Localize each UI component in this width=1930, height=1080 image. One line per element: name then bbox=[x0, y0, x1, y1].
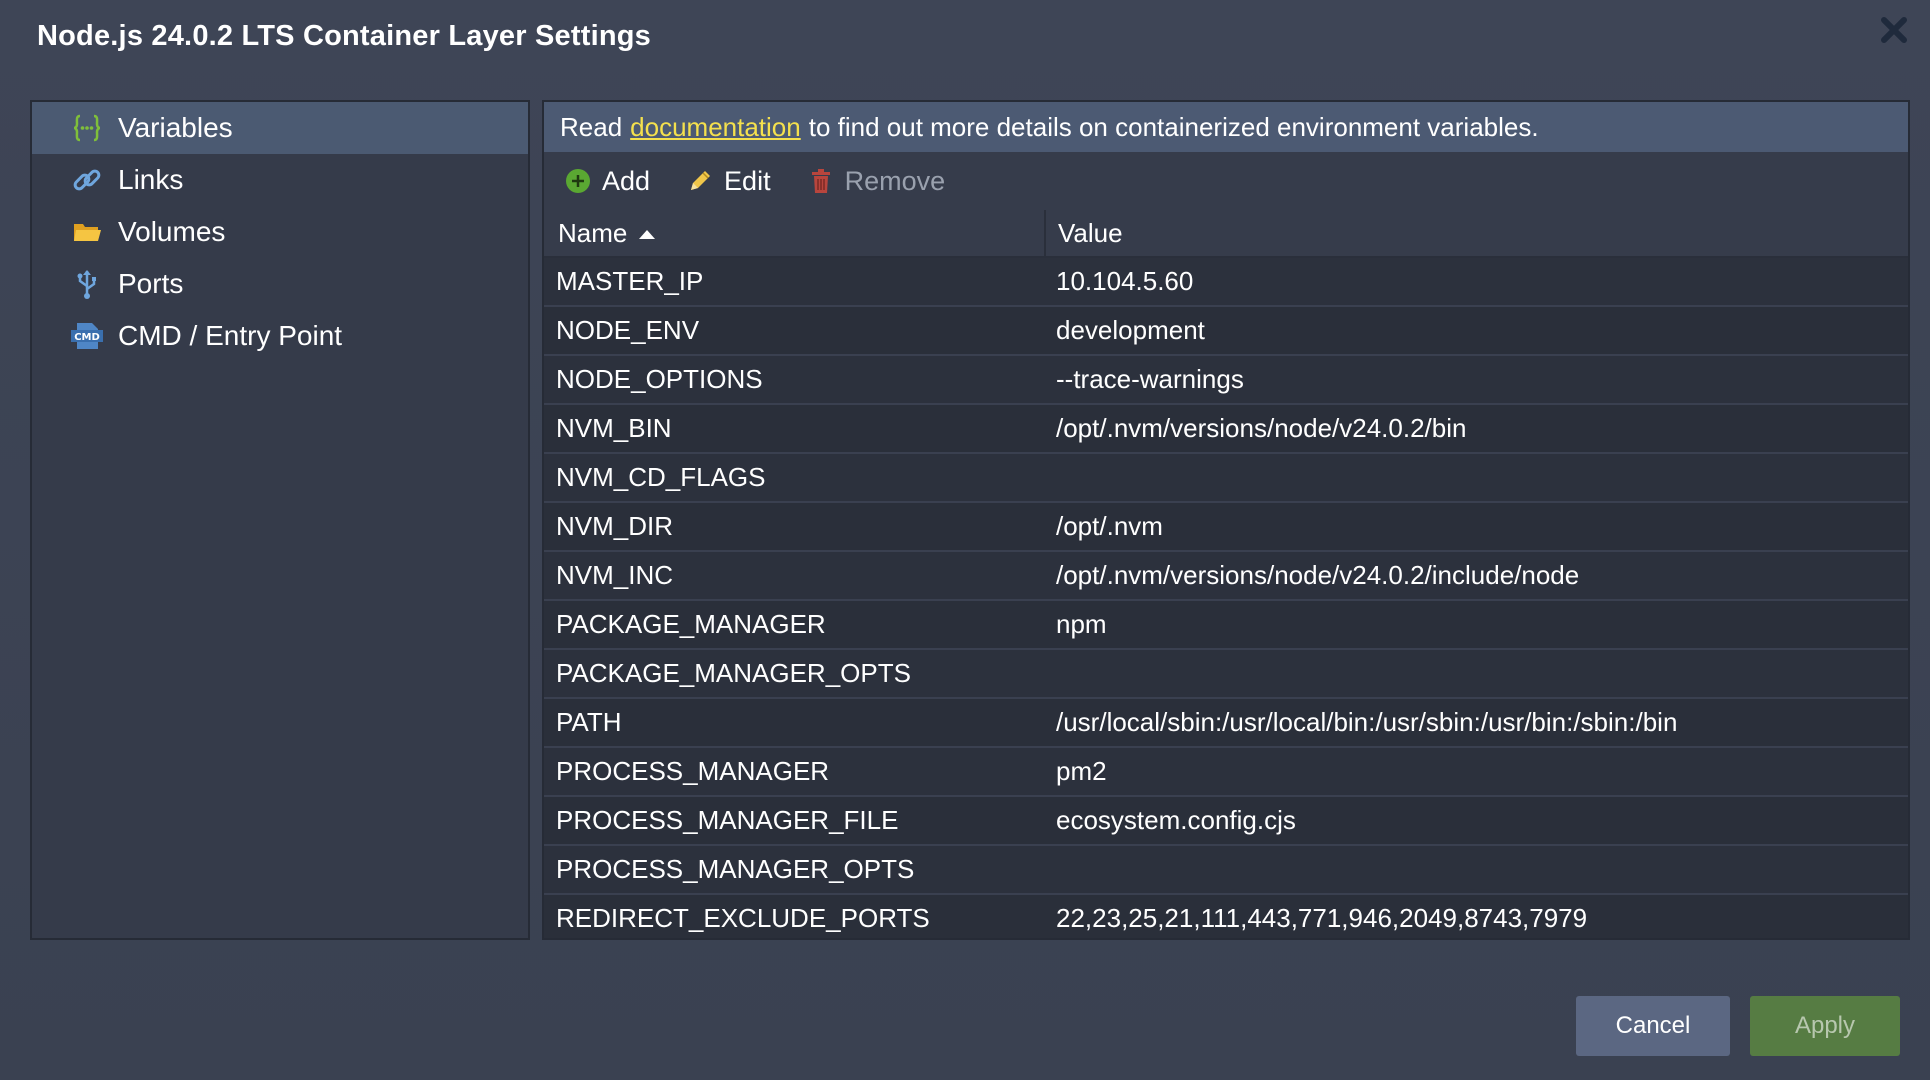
table-row[interactable]: NVM_DIR/opt/.nvm bbox=[544, 503, 1908, 552]
sidebar-item-ports[interactable]: Ports bbox=[32, 258, 528, 310]
sidebar: Variables Links Volumes Ports CMD CMD / … bbox=[30, 100, 530, 940]
cell-value: 22,23,25,21,111,443,771,946,2049,8743,79… bbox=[1056, 903, 1588, 933]
cell-value: --trace-warnings bbox=[1056, 364, 1244, 394]
table-row[interactable]: MASTER_IP 10.104.5.60 bbox=[544, 258, 1908, 307]
cell-name: PACKAGE_MANAGER_OPTS bbox=[556, 658, 911, 688]
cell-value: ecosystem.config.cjs bbox=[1056, 805, 1296, 835]
apply-button[interactable]: Apply bbox=[1750, 996, 1900, 1056]
table-row[interactable]: PACKAGE_MANAGER_OPTS bbox=[544, 650, 1908, 699]
cell-value: pm2 bbox=[1056, 756, 1107, 786]
sidebar-item-variables[interactable]: Variables bbox=[32, 102, 528, 154]
table-row[interactable]: PROCESS_MANAGER pm2 bbox=[544, 748, 1908, 797]
cell-name: NVM_CD_FLAGS bbox=[556, 462, 766, 492]
column-header-value[interactable]: Value bbox=[1044, 210, 1908, 256]
cell-name: REDIRECT_EXCLUDE_PORTS bbox=[556, 903, 930, 933]
folder-icon bbox=[70, 215, 104, 249]
sidebar-item-label: Links bbox=[118, 164, 184, 195]
table-row[interactable]: NODE_ENV development bbox=[544, 307, 1908, 356]
table-row[interactable]: NVM_CD_FLAGS bbox=[544, 454, 1908, 503]
table-row[interactable]: NODE_OPTIONS --trace-warnings bbox=[544, 356, 1908, 405]
cell-name: NVM_BIN bbox=[556, 413, 672, 443]
remove-label: Remove bbox=[844, 165, 946, 196]
cell-value: development bbox=[1056, 315, 1205, 345]
table-row[interactable]: PROCESS_MANAGER_OPTS bbox=[544, 846, 1908, 895]
table-body: MASTER_IP 10.104.5.60 NODE_ENV development… bbox=[544, 258, 1908, 938]
pencil-icon bbox=[691, 171, 711, 190]
sort-ascending-icon bbox=[639, 229, 656, 239]
cell-value: /opt/.nvm/versions/node/v24.0.2/bin bbox=[1056, 413, 1467, 443]
settings-dialog: Node.js 24.0.2 LTS Container Layer Setti… bbox=[0, 0, 1930, 1080]
cancel-button[interactable]: Cancel bbox=[1576, 996, 1730, 1056]
svg-text:CMD: CMD bbox=[74, 332, 100, 343]
cell-name: PATH bbox=[556, 707, 622, 737]
cell-name: NVM_INC bbox=[556, 560, 674, 590]
table-row[interactable]: REDIRECT_EXCLUDE_PORTS 22,23,25,21,111,44… bbox=[544, 895, 1908, 938]
remove-button[interactable]: Remove bbox=[807, 165, 946, 197]
cell-name: NVM_DIR bbox=[556, 511, 674, 541]
table-row[interactable]: NVM_INC/opt/.nvm/versions/node/v24.0.2/i… bbox=[544, 552, 1908, 601]
table-row[interactable]: PATH/usr/local/sbin:/usr/local/bin:/usr/… bbox=[544, 699, 1908, 748]
column-header-name[interactable]: Name bbox=[544, 210, 1044, 256]
cell-value: 10.104.5.60 bbox=[1056, 266, 1194, 296]
cell-value: /opt/.nvm bbox=[1056, 511, 1163, 541]
cell-name: MASTER_IP bbox=[556, 266, 704, 296]
close-button[interactable] bbox=[1874, 10, 1914, 50]
cell-value: /opt/.nvm/versions/node/v24.0.2/include/… bbox=[1056, 560, 1580, 590]
cell-value: npm bbox=[1056, 609, 1107, 639]
sidebar-item-links[interactable]: Links bbox=[32, 154, 528, 206]
documentation-link[interactable]: documentation bbox=[630, 112, 801, 143]
cell-name: PROCESS_MANAGER bbox=[556, 756, 830, 786]
add-icon bbox=[566, 169, 590, 193]
sidebar-item-label: Ports bbox=[118, 268, 184, 299]
info-suffix: to find out more details on containerize… bbox=[808, 111, 1539, 142]
table-header: Name Value bbox=[544, 210, 1908, 258]
variables-icon bbox=[70, 111, 104, 145]
cell-value: /usr/local/sbin:/usr/local/bin:/usr/sbin… bbox=[1056, 707, 1678, 737]
toolbar: Add Edit Remove bbox=[544, 152, 1908, 210]
cell-name: NODE_ENV bbox=[556, 315, 700, 345]
table-row[interactable]: PROCESS_MANAGER_FILE ecosystem.config.cjs bbox=[544, 797, 1908, 846]
trash-icon bbox=[811, 169, 830, 193]
info-prefix: Read bbox=[560, 111, 623, 142]
sidebar-item-label: Variables bbox=[118, 112, 233, 143]
dialog-title: Node.js 24.0.2 LTS Container Layer Setti… bbox=[37, 20, 652, 52]
cell-name: PROCESS_MANAGER_OPTS bbox=[556, 854, 915, 884]
link-icon bbox=[70, 163, 104, 197]
sidebar-item-cmd[interactable]: CMD CMD / Entry Point bbox=[32, 310, 528, 362]
table-row[interactable]: NVM_BIN/opt/.nvm/versions/node/v24.0.2/b… bbox=[544, 405, 1908, 454]
sidebar-item-label: Volumes bbox=[118, 216, 226, 247]
edit-button[interactable]: Edit bbox=[686, 166, 771, 197]
add-button[interactable]: Add bbox=[564, 166, 650, 197]
sidebar-item-volumes[interactable]: Volumes bbox=[32, 206, 528, 258]
edit-label: Edit bbox=[724, 165, 771, 196]
info-banner: Read documentation to find out more deta… bbox=[544, 102, 1908, 152]
add-label: Add bbox=[602, 165, 651, 196]
cmd-icon: CMD bbox=[70, 319, 104, 353]
cell-name: PROCESS_MANAGER_FILE bbox=[556, 805, 899, 835]
cell-name: PACKAGE_MANAGER bbox=[556, 609, 826, 639]
sidebar-item-label: CMD / Entry Point bbox=[118, 320, 343, 351]
usb-port-icon bbox=[70, 267, 104, 301]
close-icon bbox=[1881, 17, 1907, 43]
table-row[interactable]: PACKAGE_MANAGER npm bbox=[544, 601, 1908, 650]
cell-name: NODE_OPTIONS bbox=[556, 364, 763, 394]
variables-panel: Read documentation to find out more deta… bbox=[542, 100, 1910, 940]
